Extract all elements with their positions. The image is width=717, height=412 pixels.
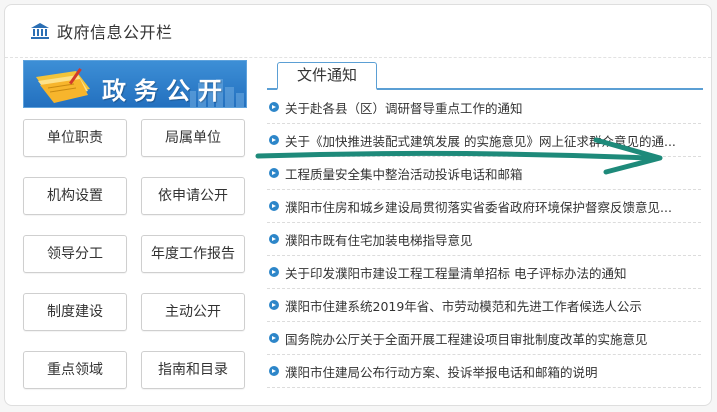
- bullet-arrow-icon: [269, 201, 279, 211]
- notice-link[interactable]: 工程质量安全集中整治活动投诉电话和邮箱: [285, 164, 697, 183]
- bullet-arrow-icon: [269, 333, 279, 343]
- notice-link[interactable]: 濮阳市住房和城乡建设局贯彻落实省委省政府环境保护督察反馈意见...: [285, 197, 697, 216]
- gov-info-panel: 政府信息公开栏 政务公开 单位职责 局属单位 机构设置 依申请公开 领导分工 年…: [4, 4, 712, 406]
- bullet-arrow-icon: [269, 234, 279, 244]
- tab-file-notices[interactable]: 文件通知: [277, 62, 377, 90]
- bullet-arrow-icon: [269, 267, 279, 277]
- system-building-button[interactable]: 制度建设: [23, 293, 127, 331]
- list-item: 濮阳市住建系统2019年省、市劳动模范和先进工作者候选人公示: [267, 289, 701, 322]
- bullet-arrow-icon: [269, 300, 279, 310]
- banner-text: 政务公开: [102, 77, 230, 105]
- list-item: 关于印发濮阳市建设工程工程量清单招标 电子评标办法的通知: [267, 256, 701, 289]
- proactive-disclosure-button[interactable]: 主动公开: [141, 293, 245, 331]
- folder-icon: [36, 68, 90, 103]
- panel-title: 政府信息公开栏: [57, 23, 173, 42]
- unit-duties-button[interactable]: 单位职责: [23, 119, 127, 157]
- gov-affairs-banner[interactable]: 政务公开: [23, 60, 247, 108]
- list-item: 国务院办公厅关于全面开展工程建设项目审批制度改革的实施意见: [267, 322, 701, 355]
- notice-list: 关于赴各县（区）调研督导重点工作的通知 关于《加快推进装配式建筑发展 的实施意见…: [267, 91, 701, 388]
- disclosure-on-request-button[interactable]: 依申请公开: [141, 177, 245, 215]
- notice-link[interactable]: 国务院办公厅关于全面开展工程建设项目审批制度改革的实施意见: [285, 329, 697, 348]
- notice-link[interactable]: 关于赴各县（区）调研督导重点工作的通知: [285, 98, 697, 117]
- panel-header: 政府信息公开栏: [5, 5, 711, 58]
- bullet-arrow-icon: [269, 168, 279, 178]
- key-areas-button[interactable]: 重点领域: [23, 351, 127, 389]
- notice-link[interactable]: 关于印发濮阳市建设工程工程量清单招标 电子评标办法的通知: [285, 263, 697, 282]
- notice-link[interactable]: 关于《加快推进装配式建筑发展 的实施意见》网上征求群众意见的通...: [285, 131, 697, 150]
- notice-link[interactable]: 濮阳市既有住宅加装电梯指导意见: [285, 230, 697, 249]
- annual-report-button[interactable]: 年度工作报告: [141, 235, 245, 273]
- notice-link[interactable]: 濮阳市住建局公布行动方案、投诉举报电话和邮箱的说明: [285, 362, 697, 381]
- list-item: 濮阳市既有住宅加装电梯指导意见: [267, 223, 701, 256]
- guide-and-catalog-button[interactable]: 指南和目录: [141, 351, 245, 389]
- list-item: 濮阳市住建局公布行动方案、投诉举报电话和邮箱的说明: [267, 355, 701, 388]
- list-item: 关于赴各县（区）调研督导重点工作的通知: [267, 91, 701, 124]
- leadership-division-button[interactable]: 领导分工: [23, 235, 127, 273]
- list-item: 工程质量安全集中整治活动投诉电话和邮箱: [267, 157, 701, 190]
- bullet-arrow-icon: [269, 135, 279, 145]
- government-building-icon: [31, 23, 49, 39]
- notice-link[interactable]: 濮阳市住建系统2019年省、市劳动模范和先进工作者候选人公示: [285, 296, 697, 315]
- affiliated-units-button[interactable]: 局属单位: [141, 119, 245, 157]
- bullet-arrow-icon: [269, 366, 279, 376]
- org-setup-button[interactable]: 机构设置: [23, 177, 127, 215]
- notice-tabs: 文件通知: [267, 60, 703, 90]
- list-item: 濮阳市住房和城乡建设局贯彻落实省委省政府环境保护督察反馈意见...: [267, 190, 701, 223]
- list-item: 关于《加快推进装配式建筑发展 的实施意见》网上征求群众意见的通...: [267, 124, 701, 157]
- bullet-arrow-icon: [269, 102, 279, 112]
